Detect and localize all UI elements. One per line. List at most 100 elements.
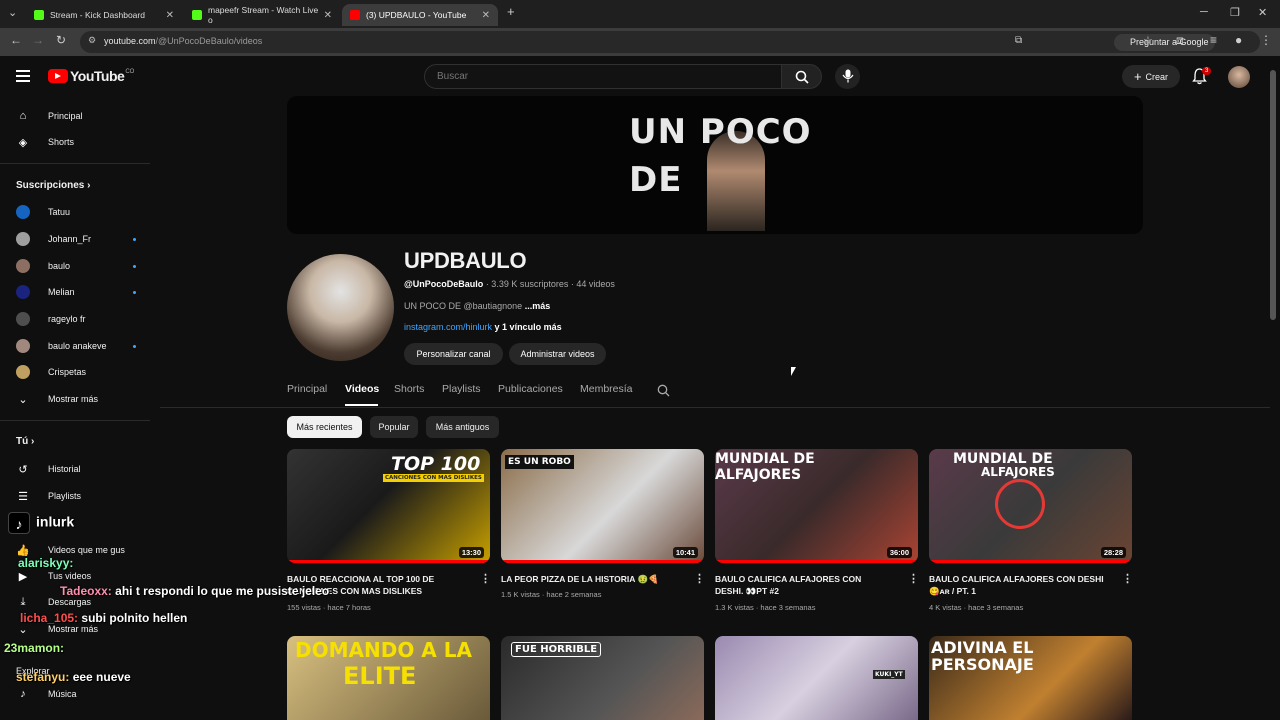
browser-menu-icon[interactable]: ⋮ <box>1260 33 1272 47</box>
video-meta: 4 K vistas · hace 3 semanas <box>929 603 1024 612</box>
more-options-icon[interactable]: ⋮ <box>694 572 705 585</box>
thumb-text: KUKI_YT <box>873 670 905 679</box>
video-thumbnail[interactable]: ES UN ROBO 10:41 <box>501 449 704 563</box>
browser-tab[interactable]: mapeefr Stream - Watch Live o ✕ <box>184 4 340 26</box>
channel-search-icon[interactable] <box>657 384 670 397</box>
shorts-icon: ◈ <box>18 136 28 149</box>
close-tab-icon[interactable]: ✕ <box>166 10 174 21</box>
sidebar-label: Videos que me gus <box>48 545 125 555</box>
media-control-icon[interactable]: ≡ <box>1210 33 1217 47</box>
video-duration: 36:00 <box>886 547 912 558</box>
more-options-icon[interactable]: ⋮ <box>908 572 919 585</box>
account-avatar[interactable] <box>1228 66 1250 88</box>
chip-popular[interactable]: Popular <box>370 416 418 438</box>
tab-principal[interactable]: Principal <box>287 383 327 395</box>
sidebar-sub-crispetas[interactable]: Crispetas <box>16 362 136 382</box>
customize-channel-button[interactable]: Personalizar canal <box>404 343 503 365</box>
sidebar-show-more-subs[interactable]: ⌄ Mostrar más <box>16 389 136 409</box>
new-tab-icon[interactable]: + <box>507 4 515 19</box>
sidebar-label: Tatuu <box>48 207 71 217</box>
sidebar-label: Shorts <box>48 137 75 147</box>
more-link[interactable]: ...más <box>525 301 551 311</box>
search-button[interactable] <box>781 64 822 89</box>
video-thumbnail[interactable]: ADIVINA EL PERSONAJE <box>929 636 1132 720</box>
site-info-icon[interactable]: ⚙ <box>88 35 96 46</box>
tab-videos[interactable]: Videos <box>345 383 379 395</box>
manage-videos-button[interactable]: Administrar videos <box>509 343 606 365</box>
create-button[interactable]: + Crear <box>1122 65 1180 88</box>
reload-icon[interactable]: ↻ <box>56 33 66 47</box>
you-heading[interactable]: Tú › <box>16 436 34 447</box>
video-title[interactable]: BAULO CALIFICA ALFAJORES CON DESHI. 👀PT … <box>715 573 890 597</box>
sidebar-sub-baulo[interactable]: baulo <box>16 256 136 276</box>
sidebar-sub-tatuu[interactable]: Tatuu <box>16 202 136 222</box>
chip-recent[interactable]: Más recientes <box>287 416 362 438</box>
youtube-icon <box>350 10 360 20</box>
extensions-icon[interactable]: ⧈ <box>1176 33 1184 48</box>
video-thumbnail[interactable]: FUE HORRIBLE <box>501 636 704 720</box>
tab-membresia[interactable]: Membresía <box>580 383 633 395</box>
youtube-logo[interactable]: YouTube CO <box>48 68 134 84</box>
tab-shorts[interactable]: Shorts <box>394 383 424 395</box>
profile-icon[interactable]: ● <box>1235 33 1242 47</box>
tab-playlists[interactable]: Playlists <box>442 383 481 395</box>
sidebar-item-shorts[interactable]: ◈ Shorts <box>16 132 136 152</box>
sidebar-label: Descargas <box>48 597 92 607</box>
chat-text: ahi t respondi lo que me pusiste jeleo <box>115 584 330 598</box>
sidebar-sub-baulo-anakeve[interactable]: baulo anakeve <box>16 336 136 356</box>
channel-avatar-large[interactable] <box>287 254 394 361</box>
channel-banner: UN POCO DE <box>287 96 1143 234</box>
browser-tab[interactable]: Stream - Kick Dashboard ✕ <box>26 4 182 26</box>
sidebar-item-principal[interactable]: ⌂ Principal <box>16 106 136 126</box>
video-thumbnail[interactable]: MUNDIAL DE ALFAJORES 28:28 <box>929 449 1132 563</box>
bookmark-star-icon[interactable]: ☆ <box>1143 34 1153 47</box>
forward-icon[interactable]: → <box>32 33 44 47</box>
search-input[interactable] <box>425 65 781 82</box>
channel-avatar <box>16 312 30 326</box>
sidebar-sub-rageylo[interactable]: rageylo fr <box>16 309 136 329</box>
url-field[interactable]: ⚙ youtube.com/@UnPocoDeBaulo/videos ⧉ Pr… <box>80 31 1260 53</box>
sidebar-label: Historial <box>48 464 81 474</box>
tab-publicaciones[interactable]: Publicaciones <box>498 383 563 395</box>
close-window-icon[interactable]: ✕ <box>1258 6 1267 19</box>
menu-icon[interactable] <box>16 70 30 82</box>
download-icon: ⤓ <box>20 595 26 608</box>
more-options-icon[interactable]: ⋮ <box>480 572 491 585</box>
sidebar-sub-johann[interactable]: Johann_Fr <box>16 229 136 249</box>
sidebar-label: Mostrar más <box>48 624 99 634</box>
back-icon[interactable]: ← <box>10 33 22 47</box>
chip-oldest[interactable]: Más antiguos <box>426 416 499 438</box>
video-title[interactable]: LA PEOR PIZZA DE LA HISTORIA 🤢🍕 <box>501 573 676 585</box>
video-thumbnail[interactable]: KUKI_YT <box>715 636 918 720</box>
close-tab-icon[interactable]: ✕ <box>482 10 490 21</box>
video-thumbnail[interactable]: MUNDIAL DE ALFAJORES 36:00 <box>715 449 918 563</box>
sidebar-item-history[interactable]: ↺ Historial <box>16 459 136 479</box>
history-icon: ↺ <box>18 463 28 476</box>
ask-google-button[interactable]: Preguntar a Google <box>1114 34 1215 51</box>
page-scrollbar[interactable] <box>1270 70 1276 320</box>
chat-user: 23mamon: <box>4 641 65 655</box>
channel-description[interactable]: UN POCO DE @bautiagnone ...más <box>404 301 550 311</box>
plus-icon: + <box>1133 69 1142 84</box>
video-title[interactable]: BAULO CALIFICA ALFAJORES CON DESHI 😋ᴀʀ /… <box>929 573 1104 597</box>
minimize-icon[interactable]: ─ <box>1200 6 1208 18</box>
kick-icon <box>34 10 44 20</box>
sidebar-item-playlists[interactable]: ☰ Playlists <box>16 486 136 506</box>
sidebar-item-music[interactable]: ♪ Música <box>16 684 136 704</box>
instagram-link[interactable]: instagram.com/hinlurk <box>404 322 492 332</box>
tab-list-icon[interactable]: ⌄ <box>8 6 17 19</box>
more-links[interactable]: y 1 vínculo más <box>495 322 562 332</box>
more-options-icon[interactable]: ⋮ <box>1122 572 1133 585</box>
browser-tab-active[interactable]: (3) UPDBAULO - YouTube ✕ <box>342 4 498 26</box>
voice-search-button[interactable] <box>835 64 860 89</box>
close-tab-icon[interactable]: ✕ <box>324 10 332 21</box>
restore-icon[interactable]: ❐ <box>1230 6 1240 19</box>
video-thumbnail[interactable]: TOP 100 CANCIONES CON MAS DISLIKES 13:30 <box>287 449 490 563</box>
install-app-icon[interactable]: ⧉ <box>1015 35 1022 46</box>
subscriptions-heading[interactable]: Suscripciones › <box>16 180 90 191</box>
active-tab-indicator <box>345 404 378 406</box>
chevron-right-icon: › <box>87 180 91 191</box>
video-thumbnail[interactable]: DOMANDO A LA ELITE <box>287 636 490 720</box>
new-content-dot <box>133 290 136 294</box>
sidebar-sub-melian[interactable]: Melian <box>16 282 136 302</box>
